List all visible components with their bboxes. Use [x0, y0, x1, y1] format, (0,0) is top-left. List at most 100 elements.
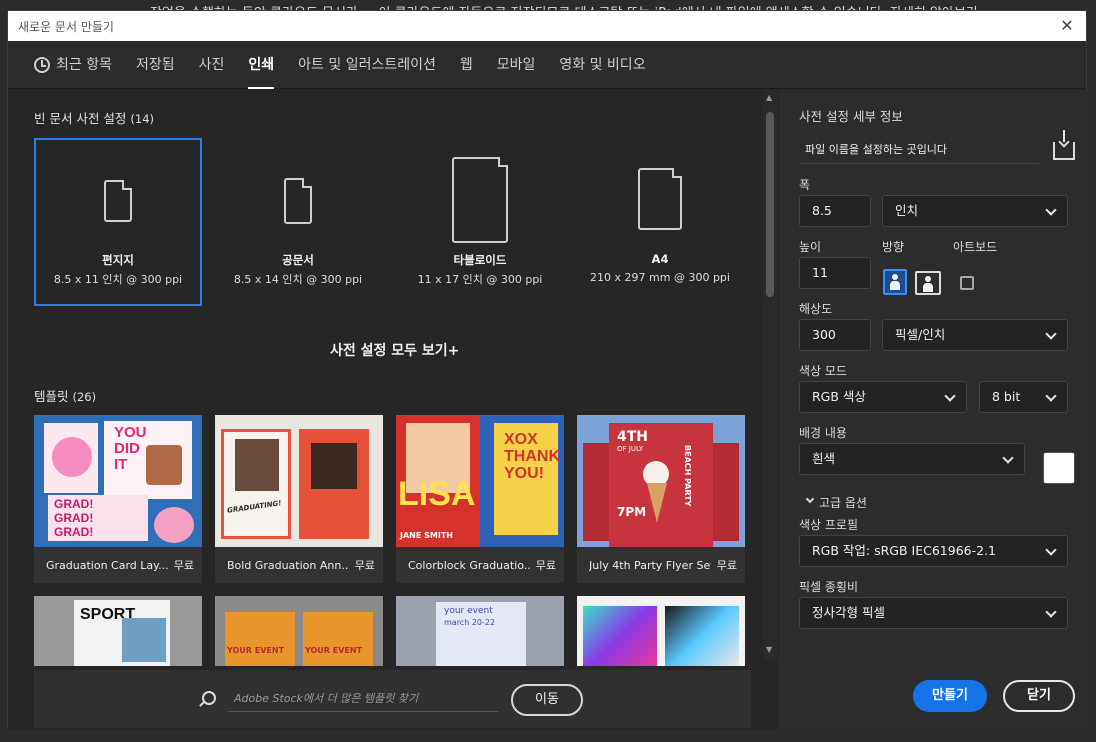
- search-icon: [202, 691, 216, 705]
- template-price: 무료: [716, 559, 737, 572]
- width-input[interactable]: 8.5: [799, 195, 871, 227]
- preset-name: 공문서: [282, 253, 314, 267]
- template-card[interactable]: SPORT: [34, 596, 202, 666]
- background-select[interactable]: 흰색: [799, 443, 1025, 475]
- thumb-text: march 20-22: [444, 618, 496, 627]
- tab-web[interactable]: 웹: [460, 41, 473, 89]
- pixel-aspect-label: 픽셀 종횡비: [799, 580, 859, 594]
- orientation-label: 방향: [882, 240, 905, 254]
- tab-recent[interactable]: 최근 항목: [34, 41, 112, 89]
- document-icon: [104, 180, 132, 222]
- advanced-options-toggle[interactable]: 고급 옵션: [819, 494, 867, 511]
- preset-legal[interactable]: 공문서 8.5 x 14 인치 @ 300 ppi: [214, 138, 382, 306]
- presets-heading: 빈 문서 사전 설정 (14): [34, 108, 154, 127]
- resolution-unit-select[interactable]: 픽셀/인치: [882, 319, 1068, 351]
- color-mode-value: RGB 색상: [812, 389, 866, 404]
- view-all-presets-link[interactable]: 사전 설정 모두 보기+: [330, 340, 459, 360]
- filename-field[interactable]: 파일 이름을 설정하는 곳입니다: [799, 136, 1039, 164]
- create-button[interactable]: 만들기: [913, 680, 987, 712]
- width-unit-select[interactable]: 인치: [882, 195, 1068, 227]
- landscape-orientation-button[interactable]: [915, 271, 941, 295]
- portrait-orientation-button[interactable]: [883, 269, 907, 295]
- tab-mobile[interactable]: 모바일: [497, 41, 536, 89]
- dialog-titlebar: 새로운 문서 만들기 ✕: [8, 11, 1086, 41]
- template-card[interactable]: YOUR EVENT YOUR EVENT: [215, 596, 383, 666]
- new-document-dialog: 새로운 문서 만들기 ✕ 최근 항목 저장됨 사진 인쇄 아트 및 일러스트레이…: [7, 10, 1087, 729]
- document-icon: [452, 157, 508, 243]
- color-mode-select[interactable]: RGB 색상: [799, 381, 967, 413]
- stock-search-input[interactable]: Adobe Stock에서 더 많은 템플릿 찾기: [228, 686, 498, 712]
- template-thumbnail: LISA JANE SMITH XOX THANK YOU!: [396, 415, 564, 547]
- template-card[interactable]: your event march 20-22: [396, 596, 564, 666]
- template-card[interactable]: LISA JANE SMITH XOX THANK YOU! Colorbloc…: [396, 415, 564, 583]
- preset-size: 210 x 297 mm @ 300 ppi: [590, 271, 730, 284]
- template-card[interactable]: YOU DID IT GRAD! GRAD! GRAD! Graduation …: [34, 415, 202, 583]
- scroll-down-icon[interactable]: ▼: [766, 646, 774, 654]
- preset-size: 8.5 x 14 인치 @ 300 ppi: [233, 273, 363, 286]
- pixel-aspect-select[interactable]: 정사각형 픽셀: [799, 597, 1068, 629]
- tab-saved[interactable]: 저장됨: [136, 41, 175, 89]
- height-label: 높이: [799, 240, 822, 254]
- template-card[interactable]: [577, 596, 745, 666]
- templates-count: (26): [72, 390, 97, 404]
- background-color-swatch[interactable]: [1043, 452, 1075, 484]
- thumb-text: LISA: [398, 475, 476, 513]
- chevron-down-icon: [1045, 544, 1057, 556]
- presets-count: (14): [130, 112, 155, 126]
- tab-print[interactable]: 인쇄: [248, 41, 274, 89]
- tab-film-video[interactable]: 영화 및 비디오: [559, 41, 645, 89]
- thumb-text: GRAD!: [54, 525, 94, 539]
- thumb-text: THANK: [504, 448, 560, 465]
- preset-tabloid[interactable]: 타블로이드 11 x 17 인치 @ 300 ppi: [396, 138, 564, 306]
- tab-photo[interactable]: 사진: [199, 41, 225, 89]
- close-icon[interactable]: ✕: [1056, 15, 1078, 37]
- template-card[interactable]: 4TH OF JULY BEACH PARTY 7PM July 4th Par…: [577, 415, 745, 583]
- pixel-aspect-value: 정사각형 픽셀: [812, 605, 885, 620]
- scroll-up-icon[interactable]: ▲: [766, 94, 774, 102]
- color-profile-value: RGB 작업: sRGB IEC61966-2.1: [812, 543, 997, 558]
- go-button[interactable]: 이동: [511, 684, 583, 716]
- template-card[interactable]: GRADUATING! Bold Graduation Ann... 무료: [215, 415, 383, 583]
- thumb-text: XOX: [504, 431, 538, 448]
- tab-art-illustration[interactable]: 아트 및 일러스트레이션: [298, 41, 436, 89]
- thumb-text: 4TH: [617, 429, 649, 445]
- preset-name: A4: [651, 252, 669, 266]
- presets-panel: 빈 문서 사전 설정 (14) 편지지 8.5 x 11 인치 @ 300 pp…: [8, 90, 778, 729]
- close-button[interactable]: 닫기: [1003, 680, 1075, 712]
- preset-letter[interactable]: 편지지 8.5 x 11 인치 @ 300 ppi: [34, 138, 202, 306]
- template-thumbnail: GRADUATING!: [215, 415, 383, 547]
- category-tabs: 최근 항목 저장됨 사진 인쇄 아트 및 일러스트레이션 웹 모바일 영화 및 …: [8, 41, 1086, 89]
- templates-heading: 템플릿 (26): [34, 386, 96, 405]
- document-icon: [638, 168, 682, 230]
- height-input[interactable]: 11: [799, 257, 871, 289]
- presets-scrollbar[interactable]: ▲ ▼: [763, 90, 777, 660]
- template-meta: July 4th Party Flyer Set 무료: [577, 547, 745, 583]
- template-price: 무료: [354, 559, 375, 572]
- thumb-text: IT: [114, 456, 128, 473]
- bit-depth-select[interactable]: 8 bit: [979, 381, 1068, 413]
- color-mode-label: 색상 모드: [799, 364, 847, 378]
- preset-a4[interactable]: A4 210 x 297 mm @ 300 ppi: [576, 138, 744, 306]
- template-name: Graduation Card Lay...: [46, 558, 168, 572]
- scrollbar-thumb[interactable]: [766, 112, 774, 297]
- template-thumbnail: 4TH OF JULY BEACH PARTY 7PM: [577, 415, 745, 547]
- stock-search-bar: Adobe Stock에서 더 많은 템플릿 찾기 이동: [34, 670, 751, 728]
- template-thumbnail: YOU DID IT GRAD! GRAD! GRAD!: [34, 415, 202, 547]
- preset-details-panel: 사전 설정 세부 정보 파일 이름을 설정하는 곳입니다 폭 8.5 인치 높이…: [779, 90, 1087, 729]
- chevron-down-icon: [1002, 452, 1014, 464]
- dialog-title: 새로운 문서 만들기: [18, 19, 114, 34]
- color-profile-select[interactable]: RGB 작업: sRGB IEC61966-2.1: [799, 535, 1068, 567]
- details-heading: 사전 설정 세부 정보: [799, 109, 903, 124]
- artboard-checkbox[interactable]: [960, 276, 974, 290]
- chevron-down-icon: [1045, 606, 1057, 618]
- background-label: 배경 내용: [799, 426, 847, 440]
- thumb-text: YOU: [114, 424, 147, 441]
- preset-size: 8.5 x 11 인치 @ 300 ppi: [53, 273, 183, 286]
- thumb-text: YOUR EVENT: [305, 646, 363, 655]
- templates-heading-label: 템플릿: [34, 389, 69, 404]
- thumb-text: OF JULY: [617, 445, 644, 453]
- template-meta: Bold Graduation Ann... 무료: [215, 547, 383, 583]
- thumb-text: BEACH PARTY: [683, 445, 692, 507]
- save-preset-icon[interactable]: [1053, 130, 1075, 160]
- resolution-input[interactable]: 300: [799, 319, 871, 351]
